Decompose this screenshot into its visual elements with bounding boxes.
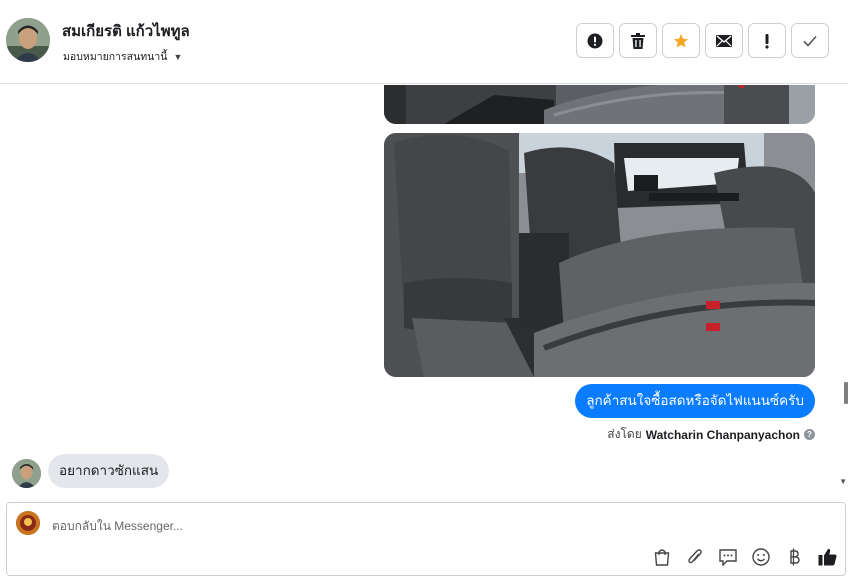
question-circle-icon[interactable]: ? [804,429,815,440]
incoming-message-bubble[interactable]: อยากดาวซักแสน [48,454,170,488]
exclamation-circle-icon [587,33,603,48]
contact-name[interactable]: สมเกียรติ แก้วไพทูล [62,19,190,43]
star-button[interactable] [662,23,700,58]
follow-up-button[interactable] [748,23,786,58]
star-icon [673,33,689,48]
paperclip-icon[interactable] [685,547,705,567]
car-interior-photo-2[interactable] [384,133,815,377]
reply-input[interactable]: ตอบกลับใน Messenger... [52,517,183,536]
thread-scrollbar[interactable]: ▼ [838,85,848,493]
car-interior-photo-1[interactable] [384,85,815,124]
conversation-header: สมเกียรติ แก้วไพทูล มอบหมายการสนทนานี้ ▼ [0,0,848,84]
message-thread[interactable]: ลูกค้าสนใจซื้อสดหรือจัดไฟแนนซ์ครับ ส่งโด… [0,85,848,493]
sent-by-info: ส่งโดย Watcharin Chanpanyachon ? [607,425,815,444]
shop-bag-icon[interactable] [652,547,672,567]
reply-composer: ตอบกลับใน Messenger... [6,502,846,576]
sender-name: Watcharin Chanpanyachon [645,427,800,442]
contact-avatar-small[interactable] [12,459,41,488]
page-avatar [16,511,40,535]
saved-replies-icon[interactable] [718,547,738,567]
sent-by-prefix: ส่งโดย [607,427,642,441]
mark-done-button[interactable] [791,23,829,58]
delete-button[interactable] [619,23,657,58]
caret-down-icon: ▼ [173,51,183,62]
exclamation-icon [765,33,769,49]
outgoing-message-bubble[interactable]: ลูกค้าสนใจซื้อสดหรือจัดไฟแนนซ์ครับ [575,384,815,418]
scrollbar-thumb[interactable] [844,382,848,404]
emoji-icon[interactable] [751,547,771,567]
report-spam-button[interactable] [576,23,614,58]
scroll-down-arrow-icon[interactable]: ▼ [839,477,847,486]
trash-icon [631,32,645,49]
composer-tools [652,547,837,567]
mark-unread-button[interactable] [705,23,743,58]
checkmark-icon [803,35,817,47]
thumbs-up-icon[interactable] [817,547,837,567]
conversation-actions [576,23,829,58]
assign-conversation-dropdown[interactable]: มอบหมายการสนทนานี้ ▼ [63,48,182,65]
contact-avatar[interactable] [6,18,50,62]
assign-label: มอบหมายการสนทนานี้ [63,51,168,63]
envelope-icon [716,34,732,47]
baht-payment-icon[interactable] [784,547,804,567]
